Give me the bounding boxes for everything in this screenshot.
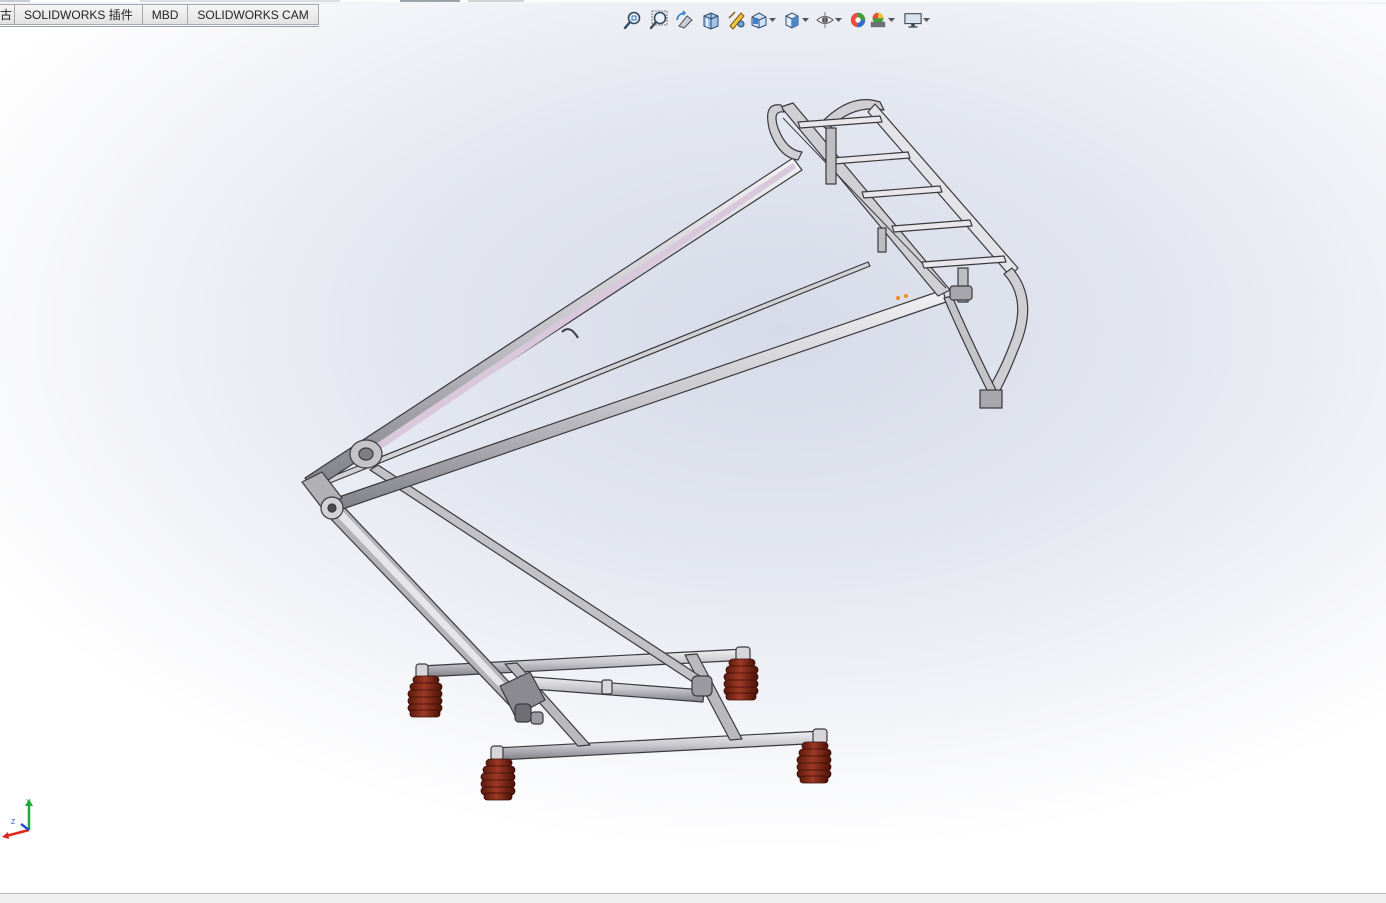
insulator-rear-right [723,658,759,701]
pantograph-3d-model[interactable] [0,0,1386,894]
collector-head [767,99,1029,409]
upper-frame [301,157,947,520]
triad-y-label: Y [26,799,31,806]
insulator-front-right [796,741,832,784]
insulator-rear-left [407,675,443,718]
triad-z-label: Z [11,819,16,826]
graphics-area[interactable]: 古 SOLIDWORKS 插件 MBD SOLIDWORKS CAM Y Z [0,0,1386,894]
reference-triad: Y Z [2,799,33,839]
lower-arms [325,464,713,725]
triad-x-axis [5,828,30,838]
insulator-front-left [480,758,516,801]
